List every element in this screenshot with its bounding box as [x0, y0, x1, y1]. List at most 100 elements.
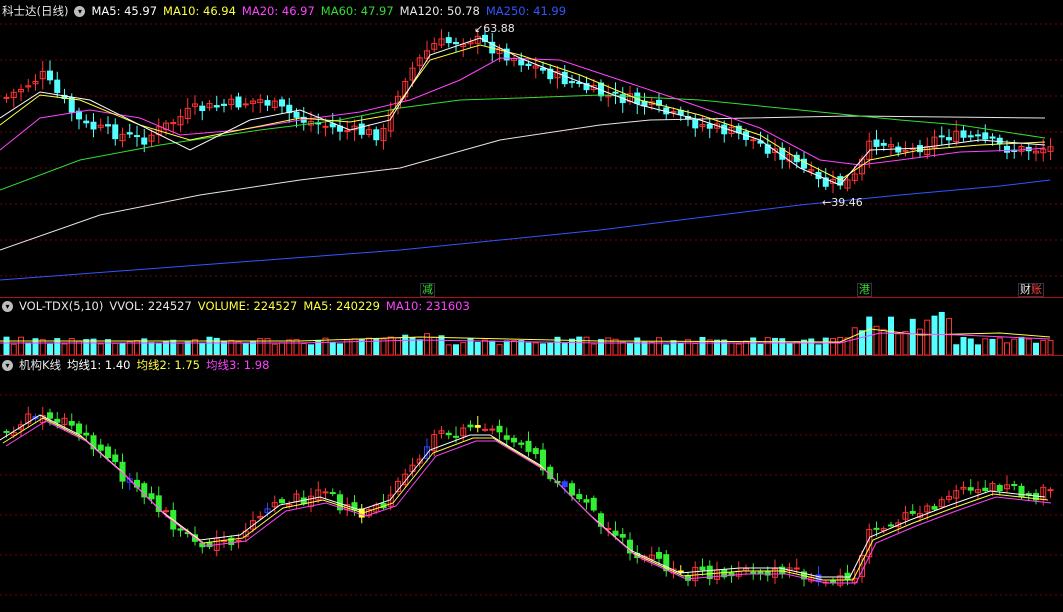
ind-candle-body — [844, 572, 851, 580]
institution-kline-chart[interactable] — [0, 355, 1063, 612]
volume-bar — [873, 325, 880, 355]
chevron-down-icon[interactable]: ▾ — [74, 5, 86, 17]
volume-bar — [975, 344, 981, 355]
high-price-value: 63.88 — [483, 22, 515, 35]
volume-bar — [192, 339, 198, 355]
volume-bar — [525, 342, 532, 355]
ind-candle-body — [503, 435, 510, 440]
ind-candle-body — [97, 444, 104, 451]
volume-bar — [366, 337, 372, 355]
volume-bar — [271, 343, 278, 355]
candle-body — [68, 97, 75, 113]
volume-bar — [97, 343, 104, 355]
ma20-label: MA20: 46.97 — [241, 4, 315, 18]
event-mark-reduce[interactable]: 减 — [420, 283, 435, 297]
candle-body — [90, 121, 97, 130]
volume-bar — [583, 336, 590, 355]
volume-bar — [938, 311, 945, 355]
candle-body — [170, 122, 177, 125]
ind-candle-body — [931, 506, 938, 510]
candle-body — [54, 79, 61, 93]
volume-panel[interactable]: ▾ VOL-TDX(5,10) VVOL: 224527 VOLUME: 224… — [0, 297, 1063, 355]
volume-bar — [931, 315, 938, 355]
ind-candle-body — [699, 566, 706, 571]
vvol-label: VVOL: 224527 — [109, 299, 192, 313]
volume-bar — [438, 335, 445, 355]
candle-body — [141, 137, 148, 145]
volume-bar — [917, 328, 923, 355]
ind-candle-body — [757, 571, 764, 574]
ma5-label: MA5: 45.97 — [91, 4, 158, 18]
vol-tdx-label: VOL-TDX(5,10) — [19, 299, 104, 313]
volume-bar — [953, 344, 960, 355]
volume-bar — [663, 344, 670, 355]
volume-bar — [177, 342, 184, 355]
volume-bar — [714, 339, 720, 355]
institution-kline-panel[interactable]: ▾ 机构K线 均线1: 1.40 均线2: 1.75 均线3: 1.98 — [0, 355, 1063, 612]
volume-bar — [598, 339, 604, 355]
volume-bar — [489, 340, 496, 355]
event-mark-hk[interactable]: 港 — [857, 283, 872, 297]
candle-body — [264, 100, 271, 106]
ind-candle-body — [279, 499, 285, 504]
candle-body — [279, 99, 285, 107]
volume-bar — [982, 338, 989, 355]
candle-body — [895, 146, 902, 153]
ind-candle-body — [453, 435, 459, 438]
volume-bar — [155, 343, 162, 355]
candle-body — [975, 134, 981, 137]
volume-bar — [757, 343, 764, 355]
ma120-label: MA120: 50.78 — [399, 4, 480, 18]
volume-bar — [148, 342, 155, 355]
candle-body — [344, 130, 351, 133]
volume-bar — [569, 338, 575, 355]
volume-bar — [18, 336, 24, 355]
volume-bar — [163, 341, 169, 355]
volume-bar — [416, 339, 423, 355]
volume-bar — [547, 342, 554, 355]
ind-candle-body — [467, 424, 474, 428]
ind-candle-body — [576, 494, 583, 500]
chevron-down-icon[interactable]: ▾ — [2, 359, 13, 371]
candle-body — [199, 105, 206, 112]
price-chart-panel[interactable]: 科士达(日线) ▾ MA5: 45.97 MA10: 46.94 MA20: 4… — [0, 0, 1063, 297]
candle-body — [3, 96, 10, 99]
volume-label: VOLUME: 224527 — [197, 299, 298, 313]
ind-candle-body — [329, 492, 336, 495]
volume-bar — [1018, 336, 1025, 355]
ind-candle-body — [677, 570, 684, 573]
event-mark-account[interactable]: 财账 — [1018, 283, 1044, 297]
volume-bar — [801, 339, 807, 355]
volume-bar — [830, 337, 836, 355]
volume-bar — [634, 337, 641, 355]
volume-bar — [199, 342, 206, 355]
volume-bar — [329, 342, 336, 355]
candle-body — [293, 111, 300, 118]
ma60-label: MA60: 47.97 — [320, 4, 394, 18]
volume-bar — [641, 341, 648, 355]
volume-bar — [619, 341, 626, 355]
volume-bar — [474, 341, 481, 355]
ind-candle-body — [482, 428, 488, 431]
ma60-line — [0, 94, 1046, 191]
candle-body — [670, 110, 677, 113]
volume-bar — [960, 337, 967, 355]
volume-bar — [105, 339, 111, 355]
candle-body — [1004, 145, 1010, 153]
chevron-down-icon[interactable]: ▾ — [2, 300, 13, 312]
candle-body — [221, 103, 227, 106]
ind-candle-body — [888, 524, 894, 527]
candlestick-chart[interactable] — [0, 0, 1063, 297]
ind-candle-body — [656, 552, 662, 559]
indicator-panel-header: ▾ 机构K线 均线1: 1.40 均线2: 1.75 均线3: 1.98 — [2, 357, 269, 373]
volume-bar — [837, 337, 844, 355]
price-panel-header: 科士达(日线) ▾ MA5: 45.97 MA10: 46.94 MA20: 4… — [2, 3, 566, 19]
ind-candle-body — [322, 491, 329, 494]
volume-bar — [540, 343, 546, 355]
volume-bar — [387, 336, 394, 355]
ind-candle-body — [148, 493, 155, 500]
ind-candle-body — [967, 487, 974, 491]
ind-candle-body — [525, 440, 532, 452]
volume-bar — [909, 318, 916, 355]
avg1-label: 均线1: 1.40 — [67, 358, 131, 372]
